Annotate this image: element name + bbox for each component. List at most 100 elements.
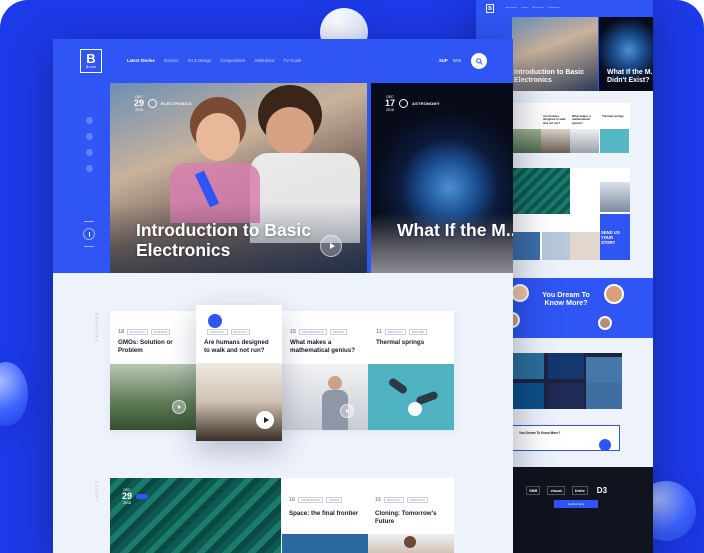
- featured-card[interactable]: 15 MATHEMATICS GENIUS What makes a mathe…: [282, 311, 368, 430]
- featured-card[interactable]: 18 ECOLOGY SCIENCE GMOs: Solution or Pro…: [110, 311, 196, 430]
- secondary-nav-item[interactable]: Art & Design: [532, 7, 543, 9]
- category-label[interactable]: ASTRONOMY: [412, 101, 440, 106]
- card-tag[interactable]: GENETICS: [406, 497, 428, 503]
- slider-next-line[interactable]: [84, 246, 94, 247]
- secondary-footer: SBB visual Unite D3 Send Us Story: [504, 467, 653, 553]
- secondary-featured-grid: Are humans designed to walk and not run?…: [512, 103, 630, 153]
- send-arrow-icon[interactable]: [599, 439, 611, 451]
- top-nav: B Bruno Latest Stories Science Art & Des…: [53, 39, 513, 83]
- linkedin-icon[interactable]: [86, 149, 93, 156]
- category-icon: [148, 99, 158, 108]
- facebook-icon[interactable]: [86, 133, 93, 140]
- dream-banner: You Dream To Know More?: [504, 278, 653, 338]
- card-tag[interactable]: ANATOMY: [207, 329, 228, 335]
- card-title[interactable]: What makes a mathematical genius?: [290, 339, 362, 354]
- card-tag[interactable]: BIOLOGY: [230, 329, 251, 335]
- secondary-hero-card[interactable]: What If the M... Didn't Exist?: [599, 17, 653, 91]
- dream-cta-box[interactable]: You Dream To Know More?: [512, 425, 620, 451]
- card-tag[interactable]: ECOLOGY: [127, 329, 148, 335]
- site-logo[interactable]: B Bruno: [80, 49, 102, 73]
- card-number: 15: [375, 497, 382, 503]
- featured-card-highlighted[interactable]: ANATOMY BIOLOGY Are humans designed to w…: [196, 305, 282, 441]
- nav-item-tv-guide[interactable]: TV Guide: [284, 58, 302, 63]
- search-icon: [475, 57, 483, 65]
- featured-card[interactable]: 11 GEOLOGY NATURE Thermal springs: [368, 311, 454, 430]
- card-title[interactable]: GMOs: Solution or Problem: [118, 339, 190, 354]
- nav-item-compositions[interactable]: Compositions: [220, 58, 245, 63]
- brand-logos: SBB visual Unite D3: [526, 485, 609, 496]
- section-label-featured: FEATURED: [94, 311, 99, 341]
- social-links: [86, 117, 93, 172]
- card-title[interactable]: Space: the final frontier: [289, 510, 364, 518]
- brand-logo: SBB: [526, 486, 541, 495]
- secondary-hero-card[interactable]: Introduction to Basic Electronics: [512, 17, 598, 91]
- latest-hero-card[interactable]: DEC 29 2016: [110, 478, 281, 553]
- nav-item-latest-stories[interactable]: Latest Stories: [127, 58, 155, 63]
- secondary-card[interactable]: [512, 103, 541, 153]
- card-tag[interactable]: MATHEMATICS: [299, 329, 327, 335]
- date-day: 29: [134, 98, 145, 108]
- secondary-card[interactable]: Are humans designed to walk and not run?: [541, 103, 570, 153]
- hero-date: DEC 29 2016 ELECTRONICS: [134, 95, 192, 112]
- hero-card-electronics[interactable]: DEC 29 2016 ELECTRONICS Introduction to …: [110, 83, 367, 273]
- nav-web[interactable]: Web: [453, 58, 462, 63]
- nav-item-institutions[interactable]: Institutions: [255, 58, 275, 63]
- card-tag[interactable]: GEOLOGY: [384, 329, 406, 335]
- hero-title[interactable]: Introduction to Basic Electronics: [136, 220, 336, 260]
- card-title[interactable]: Thermal springs: [376, 339, 448, 347]
- category-label[interactable]: ELECTRONICS: [161, 101, 192, 106]
- instagram-icon[interactable]: [86, 165, 93, 172]
- card-tag[interactable]: SCIENCE: [150, 329, 171, 335]
- slider-prev-line[interactable]: [84, 221, 94, 222]
- category-icon: [399, 99, 409, 108]
- date-year: 2016: [135, 108, 143, 112]
- dream-title: You Dream To Know More?: [542, 290, 590, 307]
- card-tag[interactable]: SPACE: [326, 497, 343, 503]
- slider-progress-icon[interactable]: [83, 228, 95, 240]
- secondary-nav-item[interactable]: Science: [521, 7, 528, 9]
- card-tag[interactable]: GENIUS: [329, 329, 348, 335]
- secondary-card-title: Are humans designed to walk and not run?: [543, 114, 566, 125]
- latest-date: DEC 29 2016: [122, 488, 149, 505]
- card-title[interactable]: Are humans designed to walk and not run?: [204, 339, 276, 354]
- secondary-card-title: What makes a mathematical genius?: [572, 114, 591, 125]
- secondary-card[interactable]: Thermal springs: [600, 103, 629, 153]
- play-icon[interactable]: [320, 235, 342, 257]
- card-title[interactable]: Cloning: Tomorrow's Future: [375, 510, 450, 525]
- hero-title[interactable]: What If the M... Didn't Exist?: [397, 220, 513, 240]
- nav-right: SUP Web: [439, 58, 461, 63]
- nav-item-art-design[interactable]: Art & Design: [188, 58, 212, 63]
- footer-send-button[interactable]: Send Us Story: [554, 500, 598, 508]
- nav-sup[interactable]: SUP: [439, 58, 448, 63]
- nav-item-science[interactable]: Science: [164, 58, 179, 63]
- card-tag[interactable]: BIOLOGY: [384, 497, 404, 503]
- secondary-nav-item[interactable]: Compositions: [548, 7, 560, 9]
- brand-logo: visual: [547, 486, 565, 495]
- hero-card-astronomy[interactable]: DEC 17 2016 ASTRONOMY What If the M... D…: [371, 83, 513, 273]
- highlight-dot-icon: [208, 314, 222, 328]
- latest-card[interactable]: 15 BIOLOGY GENETICS Cloning: Tomorrow's …: [368, 478, 454, 553]
- card-tag[interactable]: NATURE: [408, 329, 427, 335]
- secondary-card-title: Thermal springs: [602, 114, 624, 118]
- main-page-preview: B Bruno Latest Stories Science Art & Des…: [53, 39, 513, 553]
- secondary-nav-item[interactable]: Latest Stories: [505, 7, 517, 9]
- play-icon[interactable]: [172, 400, 186, 414]
- date-year: 2016: [386, 108, 394, 112]
- send-story-label[interactable]: SEND US YOUR STORY: [601, 230, 627, 245]
- card-number: 16: [289, 497, 296, 503]
- secondary-card[interactable]: What makes a mathematical genius?: [570, 103, 599, 153]
- search-button[interactable]: [471, 53, 487, 69]
- secondary-logo[interactable]: B: [486, 4, 494, 13]
- play-icon[interactable]: [256, 411, 274, 429]
- twitter-icon[interactable]: [86, 117, 93, 124]
- play-icon[interactable]: [408, 402, 422, 416]
- secondary-hero-title: Introduction to Basic Electronics: [514, 69, 584, 84]
- play-icon[interactable]: [340, 404, 354, 418]
- latest-card[interactable]: 16 ASTRONOMY SPACE Space: the final fron…: [282, 478, 368, 553]
- brand-logo: Unite: [571, 486, 588, 495]
- secondary-nav-links: Latest Stories Science Art & Design Comp…: [505, 7, 560, 9]
- card-number: 11: [376, 329, 382, 335]
- category-pill[interactable]: [136, 494, 149, 499]
- card-tag[interactable]: ASTRONOMY: [298, 497, 324, 503]
- card-number: 18: [118, 329, 125, 335]
